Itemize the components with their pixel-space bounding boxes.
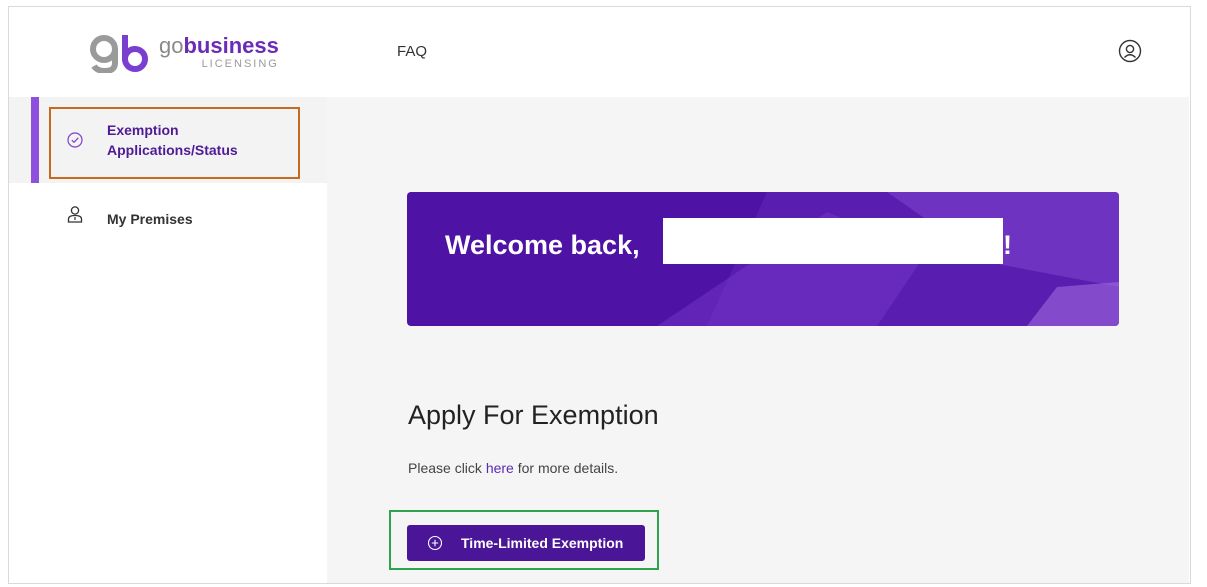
apply-heading: Apply For Exemption [408, 400, 659, 430]
apply-desc-suffix: for more details. [513, 460, 619, 476]
time-limited-exemption-button[interactable]: Time-Limited Exemption [407, 525, 645, 561]
logo-subtitle: LICENSING [201, 57, 279, 70]
sidebar-item-exemption-applications[interactable]: Exemption Applications/Status [9, 97, 327, 183]
sidebar-item-label: My Premises [107, 211, 193, 227]
logo-brand: gobusiness [159, 32, 279, 58]
logo-brand-prefix: go [159, 32, 184, 58]
logo-brand-main: business [183, 32, 279, 58]
welcome-suffix: ! [1003, 230, 1012, 260]
apply-desc-prefix: Please click [408, 460, 486, 476]
gobusiness-logo[interactable]: gobusiness LICENSING [89, 31, 279, 73]
apply-description: Please click here for more details. [408, 460, 618, 476]
app-frame: gobusiness LICENSING FAQ Exemption Appli… [8, 6, 1191, 584]
welcome-text: Welcome back, [445, 230, 640, 260]
sidebar-item-label-line1: Exemption [107, 122, 179, 138]
check-circle-icon [67, 132, 83, 148]
top-header: gobusiness LICENSING FAQ [9, 7, 1190, 97]
main-content: Welcome back, ! Apply For Exemption Plea… [327, 97, 1189, 583]
sidebar-item-my-premises[interactable]: My Premises [9, 183, 327, 243]
details-link[interactable]: here [486, 460, 514, 476]
sidebar: Exemption Applications/Status My Premise… [9, 97, 327, 583]
button-label: Time-Limited Exemption [461, 535, 624, 551]
welcome-banner: Welcome back, ! [407, 192, 1119, 326]
redacted-username [663, 218, 1003, 264]
nav-faq-link[interactable]: FAQ [397, 43, 427, 60]
gb-logo-icon [90, 35, 148, 73]
plus-circle-icon [427, 535, 443, 551]
logo-wordmark: gobusiness LICENSING [159, 32, 279, 70]
sidebar-item-label-line2: Applications/Status [107, 142, 238, 158]
user-circle-icon[interactable] [1118, 39, 1142, 63]
sidebar-item-label: Exemption Applications/Status [107, 120, 238, 160]
person-icon [67, 206, 83, 223]
